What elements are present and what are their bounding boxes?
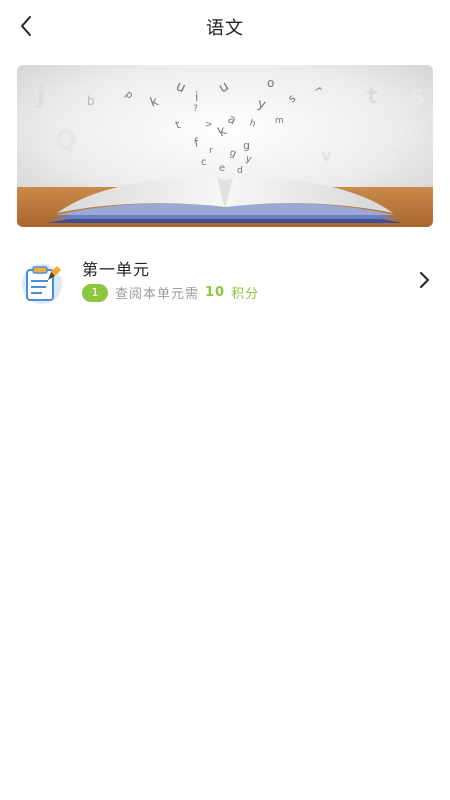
svg-text:e: e (219, 163, 225, 174)
notepad-pencil-icon (18, 258, 66, 306)
cost-prefix-text: 查阅本单元需 (115, 287, 200, 302)
points-unit: 积分 (231, 287, 260, 302)
svg-text:?: ? (193, 104, 198, 114)
svg-text:g: g (243, 139, 250, 152)
svg-text:i: i (195, 90, 198, 104)
svg-text:w: w (393, 141, 410, 162)
svg-text:>: > (205, 120, 213, 130)
svg-text:r: r (209, 146, 213, 156)
svg-text:S: S (409, 86, 425, 111)
page-title: 语文 (206, 18, 244, 39)
svg-text:Q: Q (55, 126, 77, 156)
svg-text:o: o (267, 76, 274, 90)
unit-number-badge: 1 (82, 283, 108, 302)
svg-text:d: d (237, 166, 243, 176)
top-bar: 语文 (0, 0, 450, 54)
svg-text:m: m (275, 116, 284, 126)
svg-text:c: c (201, 157, 207, 168)
banner-image: k u p i u y o s r t > a h m k f r g g c … (17, 65, 433, 227)
chevron-right-icon (420, 272, 429, 288)
svg-text:v: v (321, 146, 332, 165)
svg-text:j: j (36, 81, 45, 109)
list-item[interactable]: 第一单元 1 查阅本单元需 10 积分 (0, 250, 450, 312)
svg-text:b: b (87, 94, 95, 108)
unit-cost-line: 1 查阅本单元需 10 积分 (82, 283, 259, 302)
unit-title: 第一单元 (82, 260, 151, 279)
points-value: 10 (205, 285, 226, 300)
svg-text:t: t (367, 84, 378, 109)
